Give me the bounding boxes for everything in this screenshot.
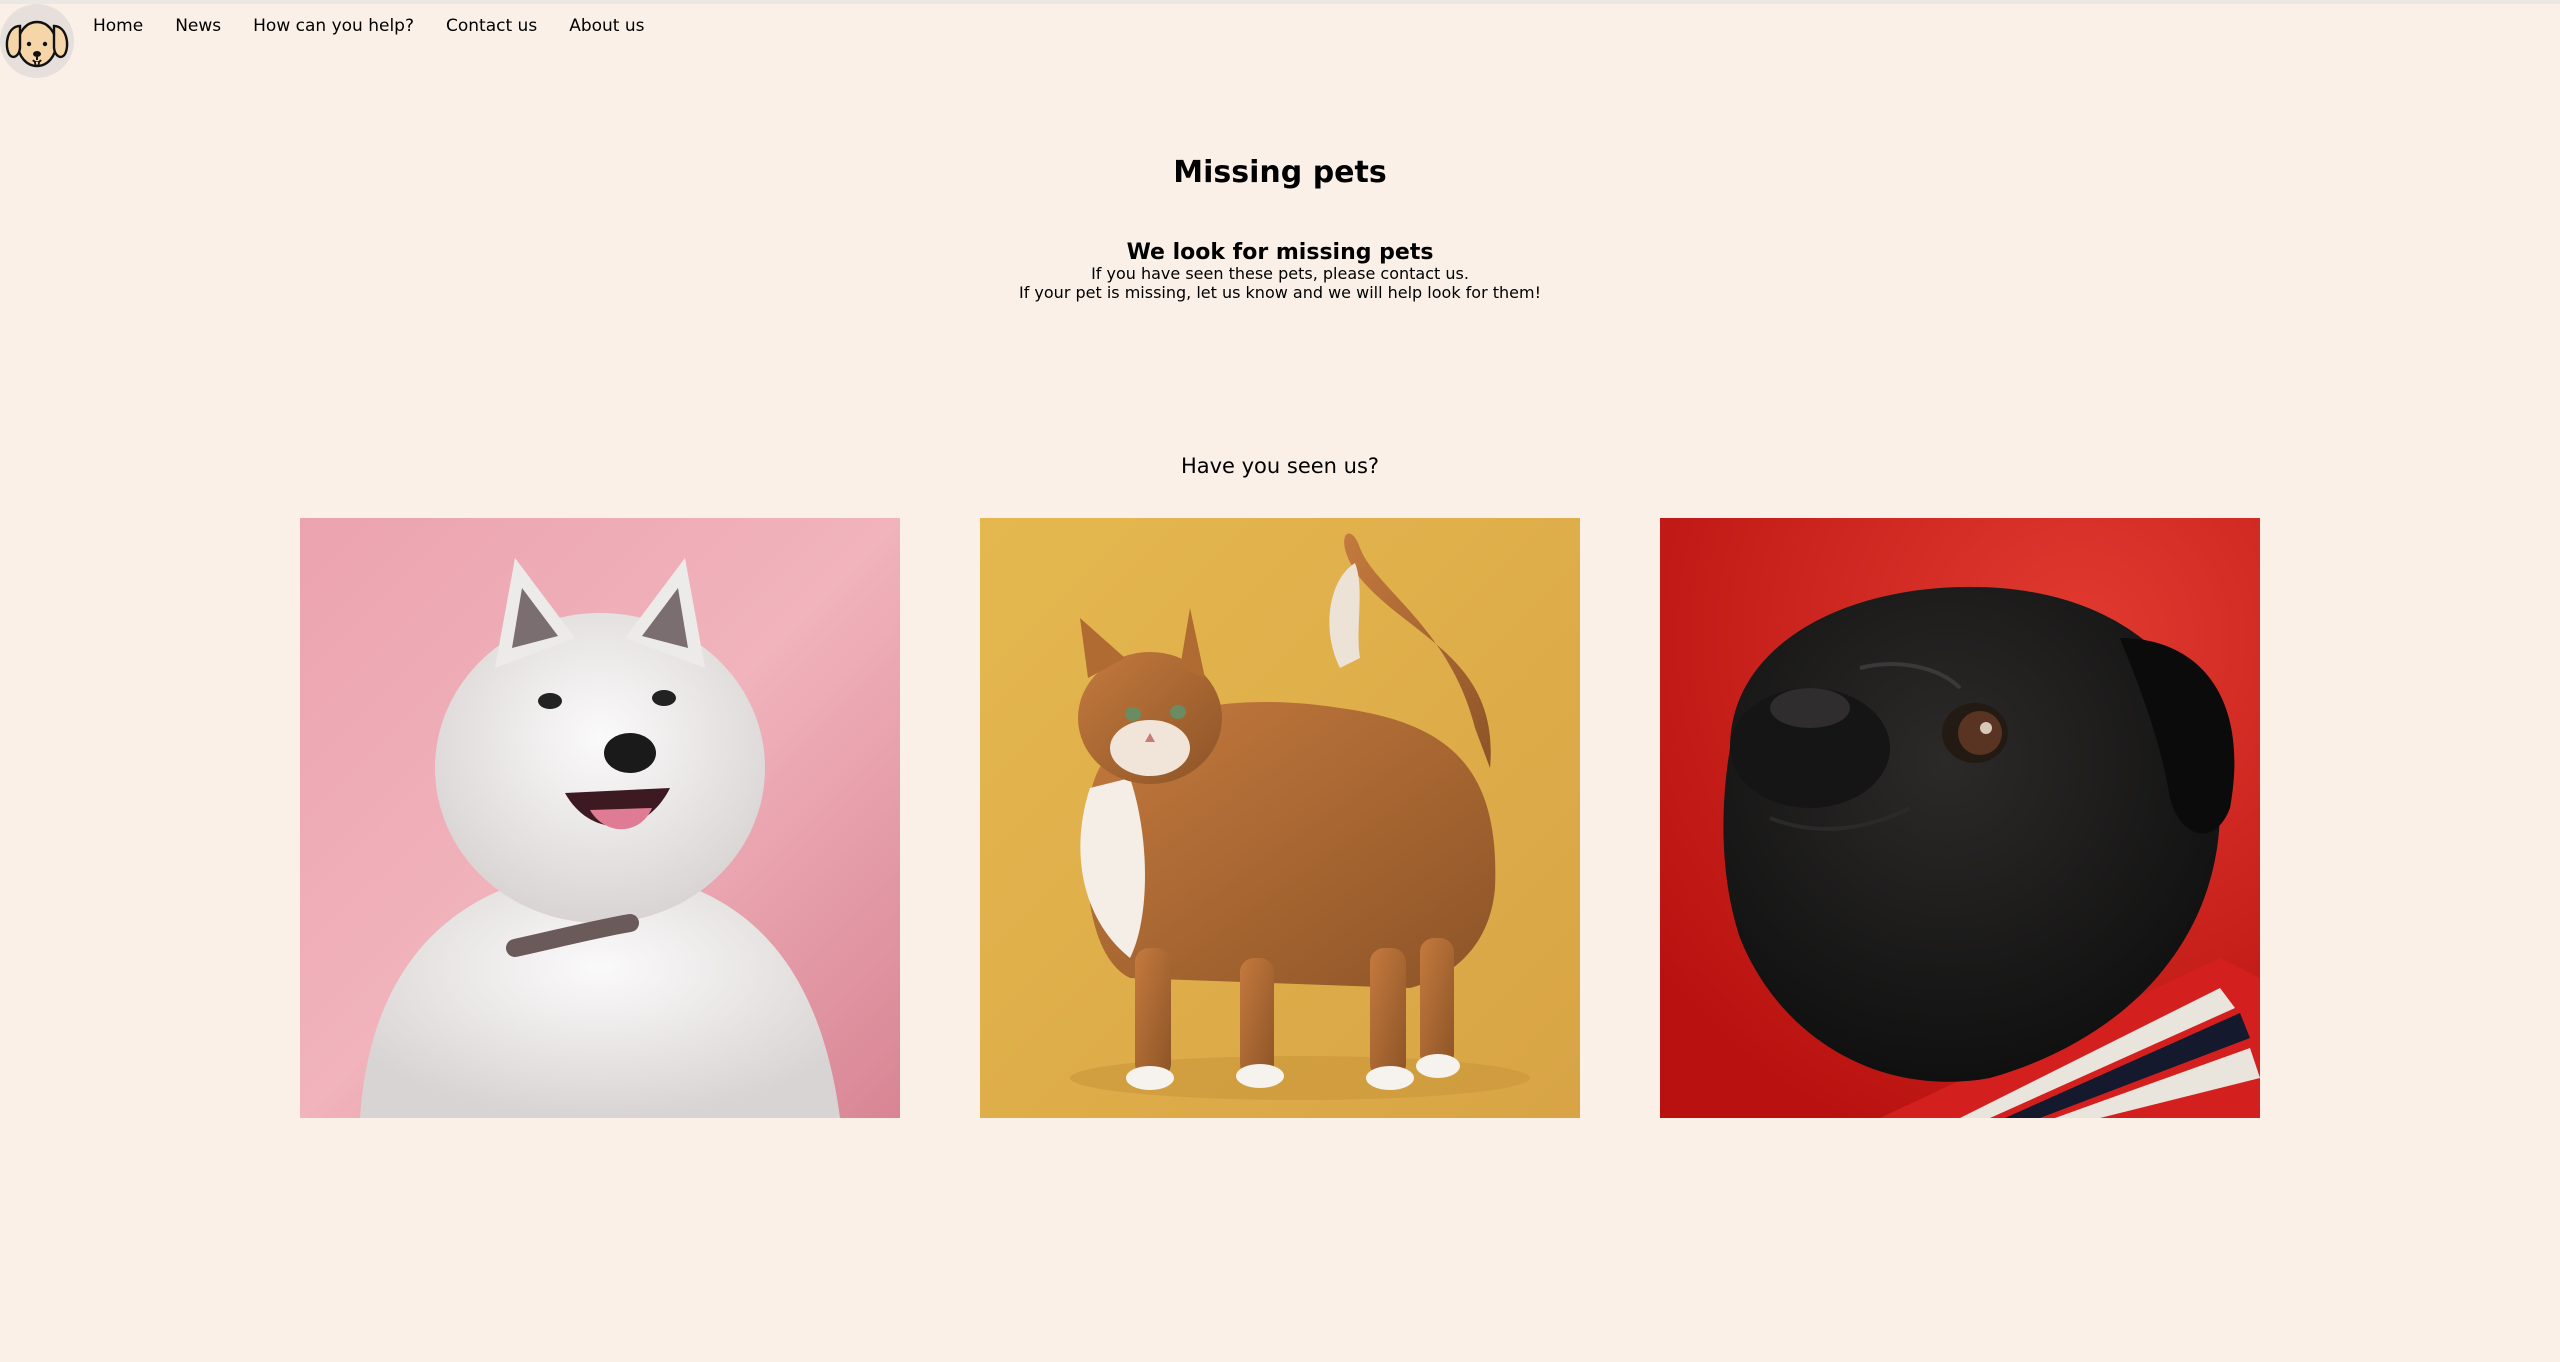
top-border bbox=[0, 0, 2560, 4]
gallery-heading: Have you seen us? bbox=[1180, 454, 1380, 478]
nav-how-can-you-help-link[interactable]: How can you help? bbox=[253, 14, 414, 38]
page-title: Missing pets bbox=[1173, 155, 1387, 190]
nav-home-link[interactable]: Home bbox=[93, 14, 143, 38]
black-pug-dog-photo bbox=[1660, 518, 2260, 1118]
white-samoyed-dog-photo bbox=[300, 518, 900, 1118]
nav-about-us-link[interactable]: About us bbox=[569, 14, 644, 38]
main-menu: Home News How can you help? Contact us A… bbox=[93, 14, 676, 38]
dog-face-icon[interactable] bbox=[0, 4, 74, 78]
orange-tabby-cat-photo bbox=[980, 518, 1580, 1118]
intro-text-seen-pets: If you have seen these pets, please cont… bbox=[1091, 264, 1469, 283]
nav-contact-us-link[interactable]: Contact us bbox=[446, 14, 537, 38]
intro-text-missing-pet: If your pet is missing, let us know and … bbox=[1018, 283, 1542, 302]
nav-news-link[interactable]: News bbox=[175, 14, 221, 38]
